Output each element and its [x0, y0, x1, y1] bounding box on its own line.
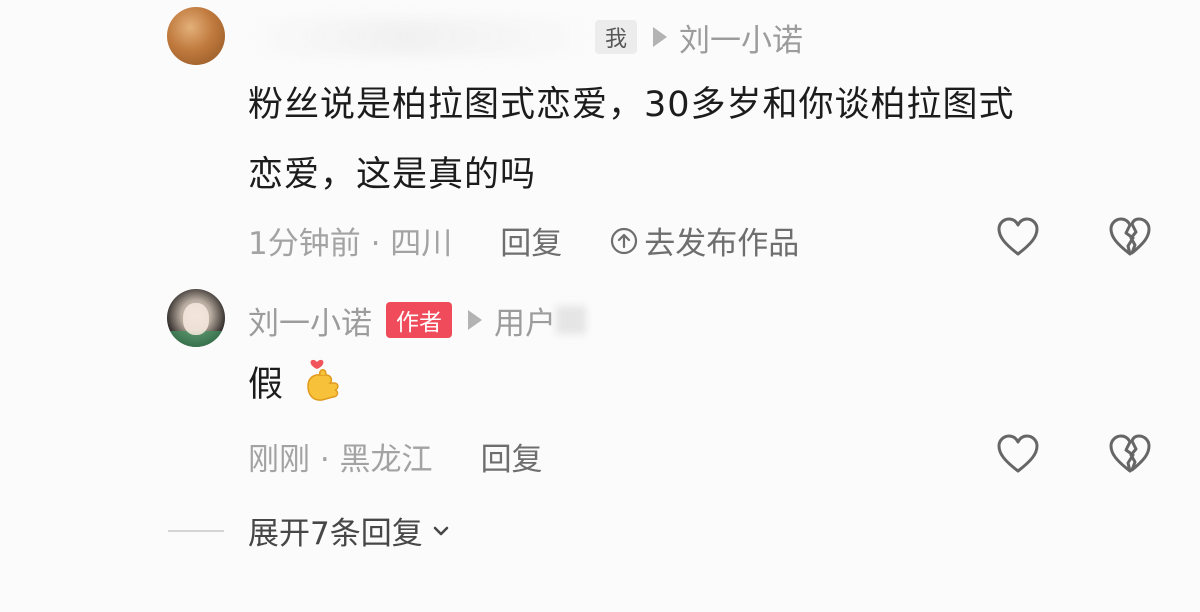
comment-actions: 1分钟前 · 四川 回复 去发布作品	[248, 218, 799, 263]
comment-time-location: 1分钟前 · 四川	[248, 226, 453, 262]
comment-text: 假	[248, 350, 344, 420]
author-badge: 作者	[386, 302, 452, 338]
comment-time-location: 刚刚 · 黑龙江	[248, 442, 433, 478]
author-name[interactable]: 刘一小诺	[248, 298, 372, 343]
heart-outline-icon[interactable]	[995, 433, 1041, 475]
blurred-username	[556, 306, 586, 334]
blurred-username	[248, 19, 593, 55]
reply-button[interactable]: 回复	[481, 434, 543, 479]
chevron-down-icon	[433, 526, 449, 535]
broken-heart-icon[interactable]	[1107, 433, 1153, 475]
comment-text: 粉丝说是柏拉图式恋爱，30多岁和你谈柏拉图式 恋爱，这是真的吗	[248, 70, 1015, 210]
expand-replies-label: 展开7条回复	[248, 516, 423, 552]
broken-heart-icon[interactable]	[1107, 216, 1153, 258]
publish-work-button[interactable]: 去发布作品	[610, 218, 799, 263]
comment-text-line: 恋爱，这是真的吗	[248, 155, 537, 195]
reply-arrow-icon	[653, 27, 668, 47]
avatar[interactable]	[167, 7, 225, 65]
comment-header: 刘一小诺 作者 用户	[248, 298, 586, 343]
reply-button[interactable]: 回复	[500, 218, 562, 263]
comment-header: 我 刘一小诺	[248, 15, 803, 60]
reply-to-name[interactable]: 用户	[494, 298, 556, 343]
heart-outline-icon[interactable]	[995, 216, 1041, 258]
expand-replies-button[interactable]: 展开7条回复	[168, 508, 451, 553]
comment-text-line: 假	[248, 365, 285, 405]
reply-to-name[interactable]: 刘一小诺	[679, 15, 803, 60]
avatar[interactable]	[167, 289, 225, 347]
comment-thread: 我 刘一小诺 粉丝说是柏拉图式恋爱，30多岁和你谈柏拉图式 恋爱，这是真的吗 1…	[0, 0, 1200, 612]
me-badge: 我	[595, 20, 638, 54]
comment-actions: 刚刚 · 黑龙江 回复	[248, 434, 543, 479]
reply-arrow-icon	[468, 310, 482, 330]
divider	[168, 529, 224, 532]
publish-work-label: 去发布作品	[644, 226, 800, 262]
circle-arrow-up-icon	[611, 227, 638, 254]
comment-text-line: 粉丝说是柏拉图式恋爱，30多岁和你谈柏拉图式	[248, 85, 1015, 125]
finger-heart-emoji	[307, 359, 339, 401]
